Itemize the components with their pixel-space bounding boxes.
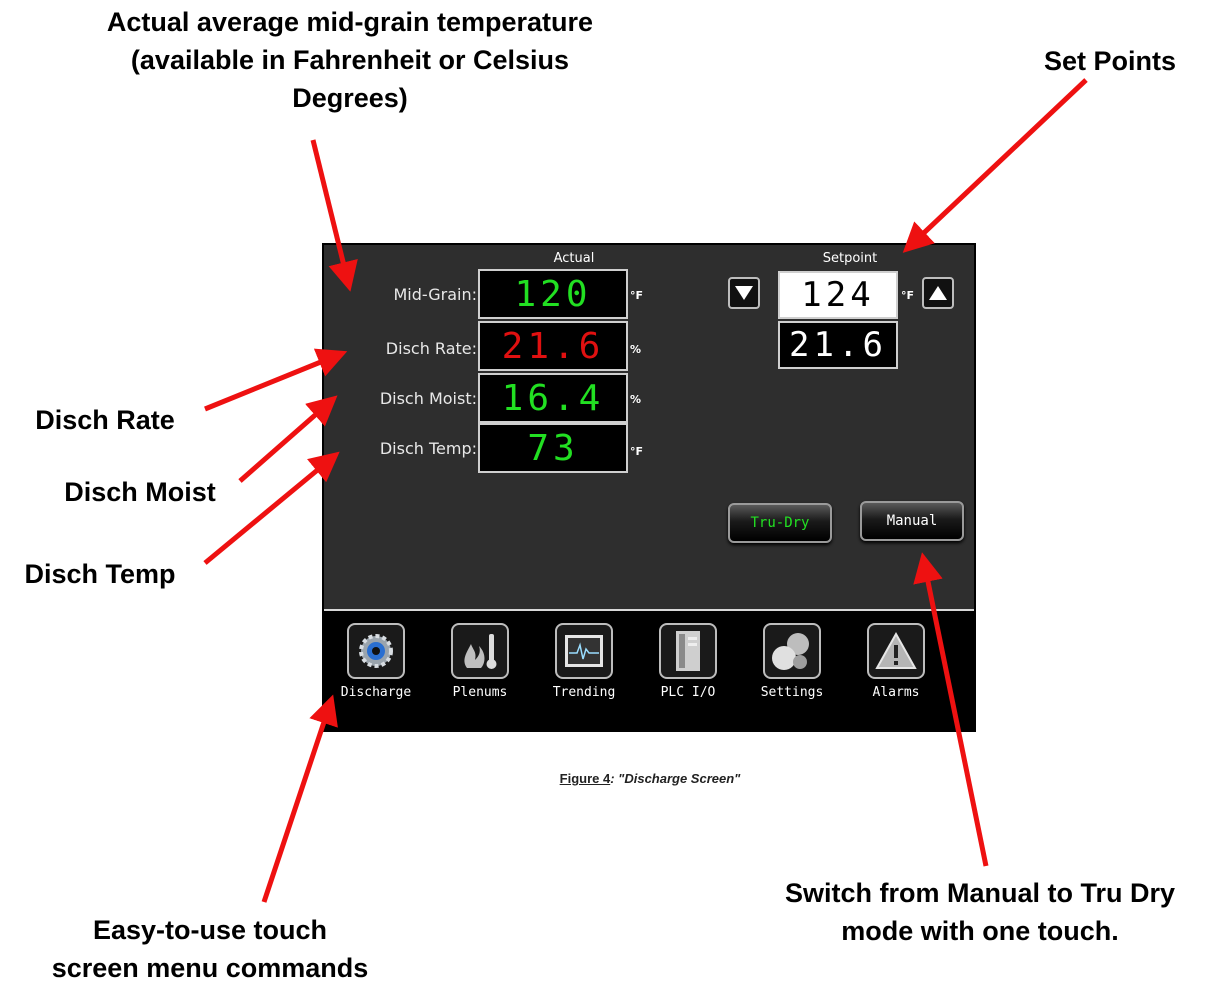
- callout-mid-grain-line1: Actual average mid-grain temperature: [106, 7, 594, 37]
- callout-menu-line1: Easy-to-use touch: [92, 915, 328, 945]
- setpoint-header: Setpoint: [790, 251, 910, 266]
- setpoint-temp-unit: °F: [901, 289, 915, 302]
- disch-rate-unit: %: [630, 343, 642, 356]
- figure-caption: Figure 4: "Discharge Screen": [500, 771, 800, 786]
- nav-trending[interactable]: Trending: [538, 623, 630, 700]
- callout-mid-grain: Actual average mid-grain temperature (av…: [40, 3, 660, 117]
- figure-number: Figure 4: [559, 771, 611, 786]
- callout-set-points: Set Points: [1043, 46, 1177, 76]
- nav-alarms[interactable]: Alarms: [850, 623, 942, 700]
- disch-rate-value: 21.6: [478, 321, 628, 371]
- nav-plenums[interactable]: Plenums: [434, 623, 526, 700]
- tru-dry-button[interactable]: Tru-Dry: [728, 503, 832, 543]
- manual-button[interactable]: Manual: [860, 501, 964, 541]
- settings-spheres-icon: [763, 623, 821, 679]
- arrow-menu: [261, 694, 338, 903]
- flame-thermometer-icon: [451, 623, 509, 679]
- hmi-screen: Actual Setpoint Mid-Grain: 120 °F Disch …: [322, 243, 976, 732]
- nav-settings[interactable]: Settings: [746, 623, 838, 700]
- warning-icon: [867, 623, 925, 679]
- nav-discharge[interactable]: Discharge: [330, 623, 422, 700]
- gear-icon: [347, 623, 405, 679]
- disch-temp-value: 73: [478, 423, 628, 473]
- callout-mid-grain-line3: Degrees): [292, 83, 408, 113]
- arrow-disch-moist: [238, 395, 338, 483]
- disch-moist-label: Disch Moist:: [379, 389, 477, 408]
- figure-title: : "Discharge Screen": [610, 771, 741, 786]
- mid-grain-unit: °F: [630, 289, 644, 302]
- nav-trending-label: Trending: [552, 685, 616, 700]
- mid-grain-value: 120: [478, 269, 628, 319]
- triangle-up-icon: [929, 286, 947, 300]
- setpoint-decrease-button[interactable]: [728, 277, 760, 309]
- disch-moist-value: 16.4: [478, 373, 628, 423]
- nav-plenums-label: Plenums: [452, 685, 508, 700]
- disch-temp-label: Disch Temp:: [379, 439, 477, 458]
- callout-mid-grain-line2: (available in Fahrenheit or Celsius: [130, 45, 570, 75]
- disch-temp-unit: °F: [630, 445, 644, 458]
- callout-mode-switch: Switch from Manual to Tru Dry mode with …: [740, 874, 1220, 950]
- callout-disch-temp: Disch Temp: [24, 559, 176, 589]
- nav-plc-io[interactable]: PLC I/O: [642, 623, 734, 700]
- nav-discharge-label: Discharge: [340, 685, 412, 700]
- trend-graph-icon: [555, 623, 613, 679]
- callout-mode-line1: Switch from Manual to Tru Dry: [784, 878, 1176, 908]
- arrow-set-points: [902, 78, 1088, 253]
- disch-rate-label: Disch Rate:: [385, 339, 477, 358]
- callout-mode-line2: mode with one touch.: [841, 916, 1119, 946]
- nav-alarms-label: Alarms: [872, 685, 920, 700]
- setpoint-rate-value[interactable]: 21.6: [778, 321, 898, 369]
- callout-menu-commands: Easy-to-use touch screen menu commands: [20, 911, 400, 987]
- disch-moist-unit: %: [630, 393, 642, 406]
- triangle-down-icon: [735, 286, 753, 300]
- plc-cabinet-icon: [659, 623, 717, 679]
- setpoint-temp-value[interactable]: 124: [778, 271, 898, 319]
- setpoint-increase-button[interactable]: [922, 277, 954, 309]
- arrow-disch-rate: [204, 348, 348, 412]
- mid-grain-label: Mid-Grain:: [393, 285, 477, 304]
- callout-disch-rate: Disch Rate: [35, 405, 175, 435]
- actual-header: Actual: [514, 251, 634, 266]
- nav-bar: Discharge Plenums Trending PLC I/O Setti…: [324, 611, 974, 730]
- nav-settings-label: Settings: [760, 685, 824, 700]
- callout-disch-moist: Disch Moist: [64, 477, 216, 507]
- callout-menu-line2: screen menu commands: [51, 953, 369, 983]
- nav-plc-io-label: PLC I/O: [660, 685, 716, 700]
